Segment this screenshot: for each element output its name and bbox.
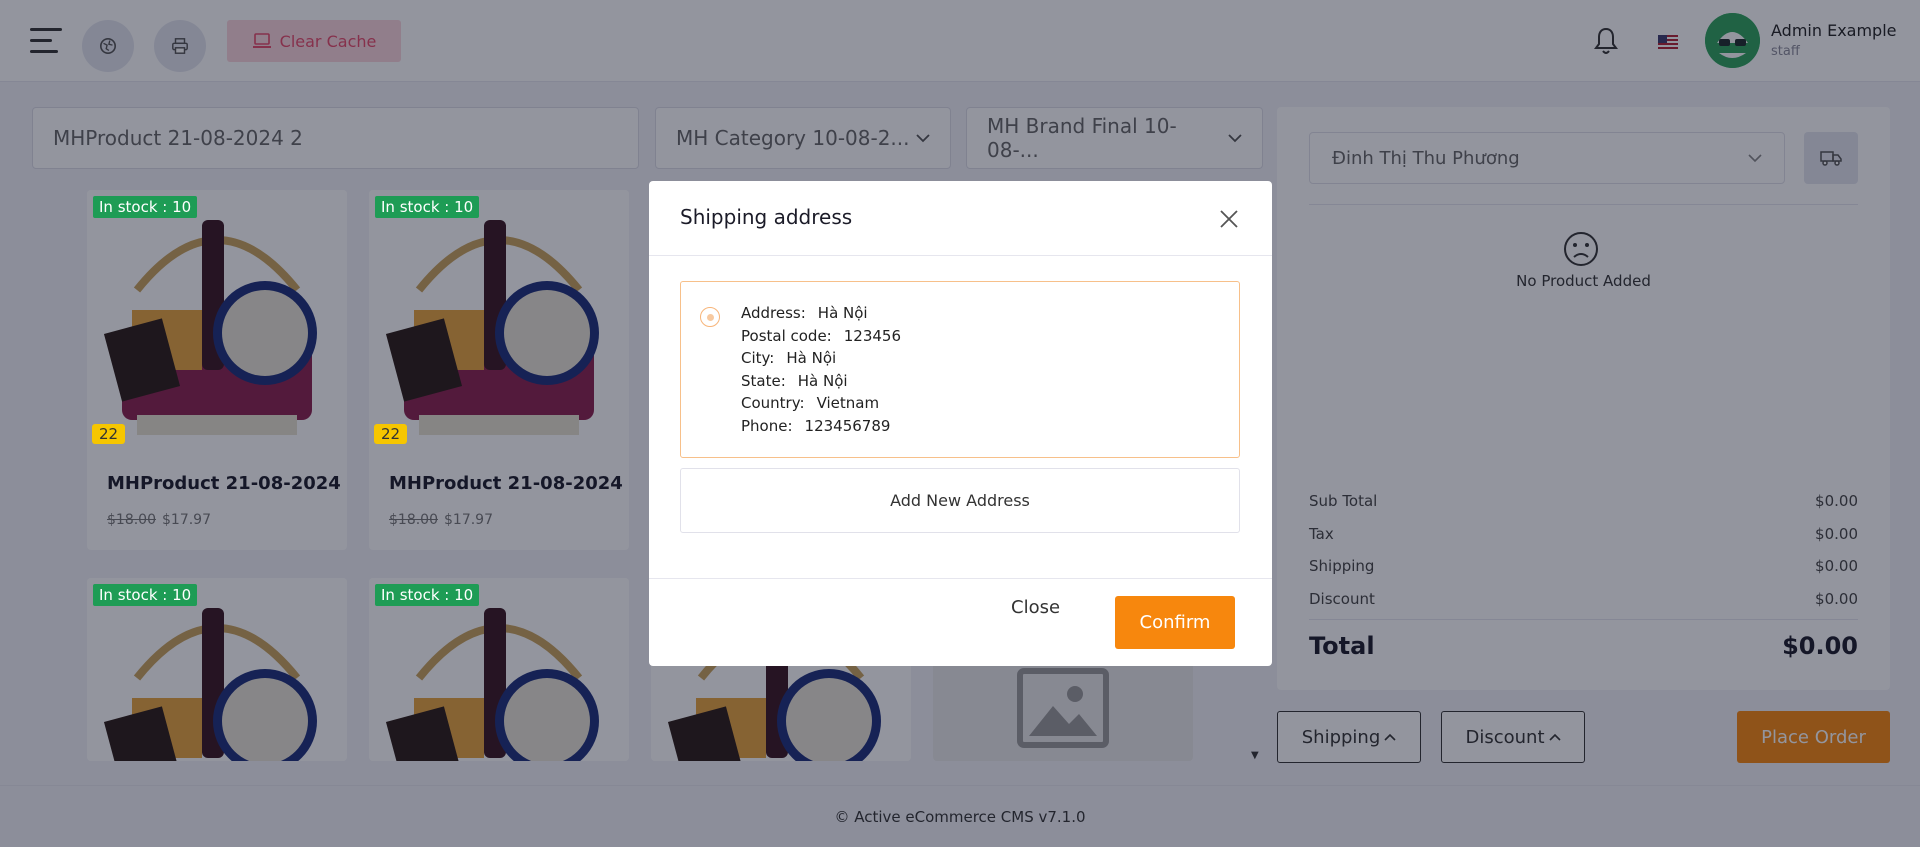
count-badge: 22 <box>374 424 408 444</box>
stock-badge: In stock : 10 <box>93 196 198 218</box>
city-label: City: <box>741 349 775 367</box>
stock-badge: In stock : 10 <box>375 584 480 606</box>
address-option[interactable]: Address: Hà Nội Postal code: 123456 City: H… <box>680 281 1240 458</box>
phone-label: Phone: <box>741 416 793 435</box>
postal-label: Postal code: <box>741 326 832 345</box>
stock-badge: In stock : 10 <box>375 196 480 218</box>
confirm-button[interactable]: Confirm <box>1115 596 1235 649</box>
close-icon[interactable] <box>1217 207 1241 231</box>
city-value: Hà Nội <box>786 349 837 367</box>
state-value: Hà Nội <box>797 371 848 390</box>
address-line: Address: Hà Nội <box>741 302 901 325</box>
address-value: Hà Nội <box>817 304 868 322</box>
add-new-address-button[interactable]: Add New Address <box>680 468 1240 533</box>
country-label: Country: <box>741 394 805 412</box>
state-line: State: Hà Nội <box>741 370 901 393</box>
address-label: Address: <box>741 304 806 322</box>
country-value: Vietnam <box>816 394 880 412</box>
state-label: State: <box>741 371 786 390</box>
phone-line: Phone: 123456789 <box>741 415 901 438</box>
city-line: City: Hà Nội <box>741 347 901 370</box>
postal-line: Postal code: 123456 <box>741 325 901 348</box>
address-details: Address: Hà Nội Postal code: 123456 City: H… <box>741 302 901 437</box>
modal-title: Shipping address <box>680 205 853 229</box>
modal-footer-divider <box>649 578 1272 579</box>
country-line: Country: Vietnam <box>741 392 901 415</box>
phone-value: 123456789 <box>804 416 891 435</box>
modal-header-divider <box>649 255 1272 256</box>
stock-badge: In stock : 10 <box>93 584 198 606</box>
shipping-address-modal: Shipping address Address: Hà Nội Postal c… <box>649 181 1272 666</box>
close-button[interactable]: Close <box>1011 597 1060 618</box>
count-badge: 22 <box>92 424 126 444</box>
address-radio[interactable] <box>700 307 720 327</box>
postal-value: 123456 <box>843 326 902 345</box>
